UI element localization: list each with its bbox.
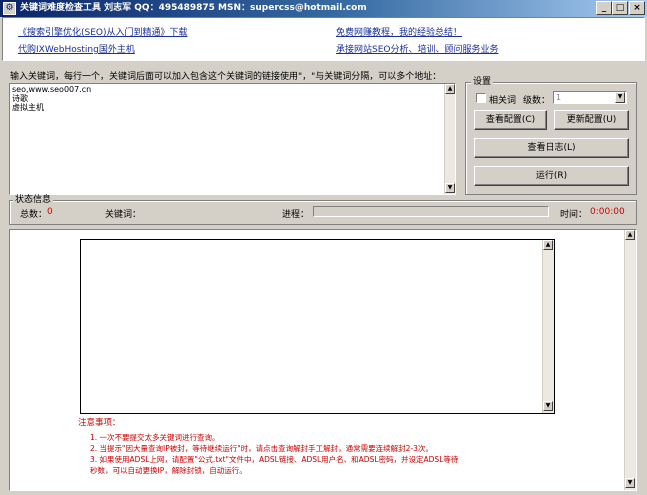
scroll-up-arrow-icon[interactable]: ▲ (445, 84, 455, 94)
scroll-down-arrow-icon[interactable]: ▼ (445, 183, 455, 193)
update-config-button[interactable]: 更新配置(U) (554, 110, 629, 130)
status-group-title: 状态信息 (13, 195, 54, 205)
scroll-down-arrow-icon[interactable]: ▼ (543, 401, 553, 411)
maximize-button[interactable]: □ (612, 1, 628, 15)
progress-bar (313, 206, 549, 217)
time-label: 时间： (560, 210, 588, 220)
header-links-panel: 《搜索引擎优化(SEO)从入门到精通》下载 免费网赚教程，我的经验总结！ 代购I… (2, 17, 645, 61)
related-words-checkbox[interactable] (476, 93, 486, 103)
note-item-2: 2. 当提示"因大量查询IP被封，等待继续运行"时，请点击查询解封手工解封，通常… (90, 444, 433, 453)
result-output-box[interactable]: ▲ ▼ (80, 239, 555, 414)
title-bar[interactable]: ⚙ 关键词难度检查工具 刘志军 QQ：495489875 MSN：supercs… (0, 0, 647, 17)
scroll-up-arrow-icon[interactable]: ▲ (625, 230, 635, 240)
settings-group-title: 设置 (471, 77, 494, 87)
keyword-input-text[interactable]: seo,www.seo007.cn 诗歌 虚拟主机 (12, 85, 91, 112)
keyword-input-instruction: 输入关键词，每行一个，关键词后面可以加入包含这个关键词的链接使用"，"与关键词分… (10, 72, 442, 82)
minimize-button[interactable]: _ (596, 1, 612, 15)
level-label: 级数： (523, 96, 551, 106)
note-item-4: 秒数，可以自动更换IP，解除封锁，自动运行。 (90, 466, 247, 475)
view-config-button[interactable]: 查看配置(C) (474, 110, 547, 130)
result-scrollbar[interactable]: ▲ ▼ (542, 240, 554, 413)
total-value: 0 (47, 207, 53, 217)
view-log-button[interactable]: 查看日志(L) (474, 138, 629, 158)
related-words-label: 相关词 (489, 96, 517, 106)
window-title: 关键词难度检查工具 刘志军 QQ：495489875 MSN：supercss@… (20, 3, 367, 13)
level-select-value: 1 (556, 93, 562, 102)
ixwebhosting-link[interactable]: 代购IXWebHosting国外主机 (18, 42, 135, 55)
seo-services-link[interactable]: 承接网站SEO分析、培训、顾问服务业务 (336, 42, 498, 55)
result-panel[interactable]: ▲ ▼ ▲ ▼ 注意事项： 1. 一次不要提交太多关键词进行查询。 2. 当提示… (9, 229, 637, 491)
time-value: 0:00:00 (590, 207, 625, 217)
close-button[interactable]: × (629, 1, 645, 15)
note-item-3: 3. 如果使用ADSL上网，请配置"公式.txt"文件中，ADSL链接、ADSL… (90, 455, 459, 464)
result-panel-scrollbar[interactable]: ▲ ▼ (624, 230, 636, 490)
keyword-input-scrollbar[interactable]: ▲ ▼ (444, 84, 455, 194)
keyword-label: 关键词： (105, 210, 142, 220)
note-item-1: 1. 一次不要提交太多关键词进行查询。 (90, 433, 220, 442)
scroll-up-arrow-icon[interactable]: ▲ (543, 240, 553, 250)
scroll-down-arrow-icon[interactable]: ▼ (625, 478, 635, 488)
notes-title: 注意事项： (78, 418, 121, 428)
level-select[interactable]: 1 ▼ (553, 91, 627, 104)
app-window-icon[interactable]: ⚙ (3, 2, 16, 15)
total-label: 总数： (20, 210, 48, 220)
keyword-input[interactable]: seo,www.seo007.cn 诗歌 虚拟主机 ▲ ▼ (9, 83, 456, 195)
run-button[interactable]: 运行(R) (474, 166, 629, 186)
chevron-down-icon[interactable]: ▼ (615, 92, 625, 103)
free-tutorial-link[interactable]: 免费网赚教程，我的经验总结！ (336, 25, 462, 38)
seo-book-download-link[interactable]: 《搜索引擎优化(SEO)从入门到精通》下载 (18, 25, 188, 38)
progress-label: 进程： (282, 210, 310, 220)
